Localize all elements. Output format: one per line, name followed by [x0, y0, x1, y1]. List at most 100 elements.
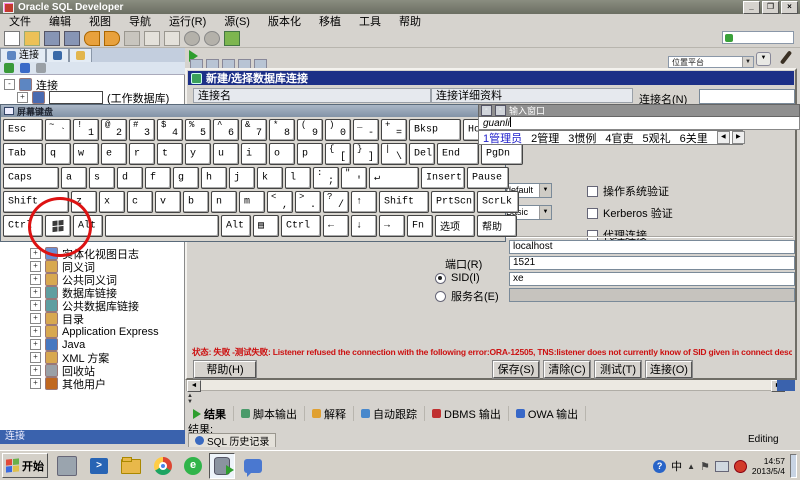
tab-reports[interactable]: [46, 48, 69, 62]
result-tab[interactable]: 结果: [186, 406, 234, 421]
tab-sql-history[interactable]: SQL 历史记录: [188, 433, 276, 447]
key-s[interactable]: s: [89, 167, 115, 189]
forward-icon[interactable]: [204, 31, 220, 46]
expand-icon[interactable]: +: [30, 261, 41, 272]
column-header-details[interactable]: 连接详细资料: [431, 88, 633, 103]
result-tab[interactable]: 解释: [305, 406, 354, 421]
ime-indicator[interactable]: 中: [671, 458, 682, 474]
key-x[interactable]: x: [99, 191, 125, 213]
key-Insert[interactable]: Insert: [421, 167, 465, 189]
sid-input[interactable]: xe: [509, 272, 795, 286]
key-esc[interactable]: Esc: [3, 119, 43, 141]
taskbar-communicator-icon[interactable]: [240, 453, 266, 479]
key-ctrl-right[interactable]: Ctrl: [281, 215, 321, 237]
menu-item[interactable]: 移植: [310, 14, 350, 30]
new-icon[interactable]: [4, 31, 20, 46]
key-`[interactable]: ~`: [45, 119, 71, 141]
key-f[interactable]: f: [145, 167, 171, 189]
key-\[interactable]: |\: [381, 143, 407, 165]
help-tray-icon[interactable]: ?: [653, 460, 666, 473]
action-center-icon[interactable]: ⚑: [700, 460, 710, 473]
key-n[interactable]: n: [211, 191, 237, 213]
open-icon[interactable]: [24, 31, 40, 46]
undo-icon[interactable]: [84, 31, 100, 46]
splitter-arrows[interactable]: ▲▼: [187, 393, 193, 405]
help-button[interactable]: 帮助(H): [194, 361, 256, 378]
key-alt-right[interactable]: Alt: [221, 215, 251, 237]
taskbar-chrome-icon[interactable]: [150, 453, 176, 479]
scroll-left-icon[interactable]: ◄: [187, 380, 201, 392]
tree-item[interactable]: +其他用户: [30, 377, 106, 390]
key-Tab[interactable]: Tab: [3, 143, 43, 165]
expand-icon[interactable]: +: [30, 339, 41, 350]
ime-candidate[interactable]: 6关里: [680, 130, 708, 146]
port-input[interactable]: 1521: [509, 256, 795, 270]
redo-icon[interactable]: [104, 31, 120, 46]
key-arrow-right[interactable]: →: [379, 215, 405, 237]
key-PrtScn[interactable]: PrtScn: [431, 191, 475, 213]
ime-candidate[interactable]: 3惯例: [568, 130, 596, 146]
key-6[interactable]: ^6: [213, 119, 239, 141]
tree-item-new-connection[interactable]: + (工作数据库): [17, 91, 169, 104]
key-d[interactable]: d: [117, 167, 143, 189]
paste-icon[interactable]: [164, 31, 180, 46]
key-i[interactable]: i: [241, 143, 267, 165]
refresh-icon[interactable]: [20, 63, 30, 73]
start-button[interactable]: 开始: [2, 453, 48, 478]
key-,[interactable]: <,: [267, 191, 293, 213]
column-header-name[interactable]: 连接名: [193, 88, 431, 103]
taskbar-browser-icon[interactable]: e: [180, 453, 206, 479]
key-o[interactable]: o: [269, 143, 295, 165]
key-3[interactable]: #3: [129, 119, 155, 141]
result-tab[interactable]: 自动跟踪: [354, 406, 425, 421]
menu-item[interactable]: 文件: [0, 14, 40, 30]
expand-icon[interactable]: +: [30, 287, 41, 298]
key-u[interactable]: u: [213, 143, 239, 165]
hostname-input[interactable]: localhost: [509, 240, 795, 254]
dropdown-button[interactable]: ▼: [756, 52, 771, 66]
key-j[interactable]: j: [229, 167, 255, 189]
key-Del[interactable]: Del: [409, 143, 435, 165]
show-desktop-button[interactable]: [790, 454, 797, 478]
key-a[interactable]: a: [61, 167, 87, 189]
collapse-icon[interactable]: -: [4, 79, 15, 90]
key-arrow-up[interactable]: ↑: [351, 191, 377, 213]
key-/[interactable]: ?/: [323, 191, 349, 213]
key--[interactable]: _-: [353, 119, 379, 141]
key-p[interactable]: p: [297, 143, 323, 165]
taskbar-explorer-icon[interactable]: [118, 453, 144, 479]
alert-tray-icon[interactable]: [734, 460, 747, 473]
key-y[interactable]: y: [185, 143, 211, 165]
os-auth-checkbox[interactable]: 操作系统验证: [587, 183, 669, 199]
key-l[interactable]: l: [285, 167, 311, 189]
test-button[interactable]: 测试(T): [595, 361, 641, 378]
key-b[interactable]: b: [183, 191, 209, 213]
key-PgDn[interactable]: PgDn: [481, 143, 523, 165]
pen-icon[interactable]: [780, 50, 792, 64]
key-Fn[interactable]: Fn: [407, 215, 433, 237]
search-box[interactable]: [722, 31, 794, 44]
key-r[interactable]: r: [129, 143, 155, 165]
key-shift-right[interactable]: Shift: [379, 191, 429, 213]
key-w[interactable]: w: [73, 143, 99, 165]
minimize-icon[interactable]: _: [743, 1, 760, 14]
ime-minimize-icon[interactable]: ▫: [481, 105, 492, 116]
save-all-icon[interactable]: [64, 31, 80, 46]
network-icon[interactable]: [715, 461, 729, 472]
connections-footer-tab[interactable]: 连接: [0, 430, 185, 444]
ime-restore-icon[interactable]: ▫: [495, 105, 506, 116]
key-=[interactable]: +=: [381, 119, 407, 141]
expand-icon[interactable]: +: [30, 274, 41, 285]
show-hidden-icons[interactable]: ▲: [687, 462, 695, 471]
save-icon[interactable]: [44, 31, 60, 46]
next-page-icon[interactable]: ▶: [732, 131, 745, 144]
tree-root-connections[interactable]: - 连接: [4, 78, 58, 91]
key-4[interactable]: $4: [157, 119, 183, 141]
expand-icon[interactable]: +: [30, 313, 41, 324]
connection-name-edit[interactable]: [49, 91, 103, 104]
menu-item[interactable]: 源(S): [215, 14, 259, 30]
menu-item[interactable]: 视图: [80, 14, 120, 30]
tree-item[interactable]: +目录: [30, 312, 84, 325]
ime-candidate[interactable]: 1管理员: [483, 130, 522, 146]
key-v[interactable]: v: [155, 191, 181, 213]
